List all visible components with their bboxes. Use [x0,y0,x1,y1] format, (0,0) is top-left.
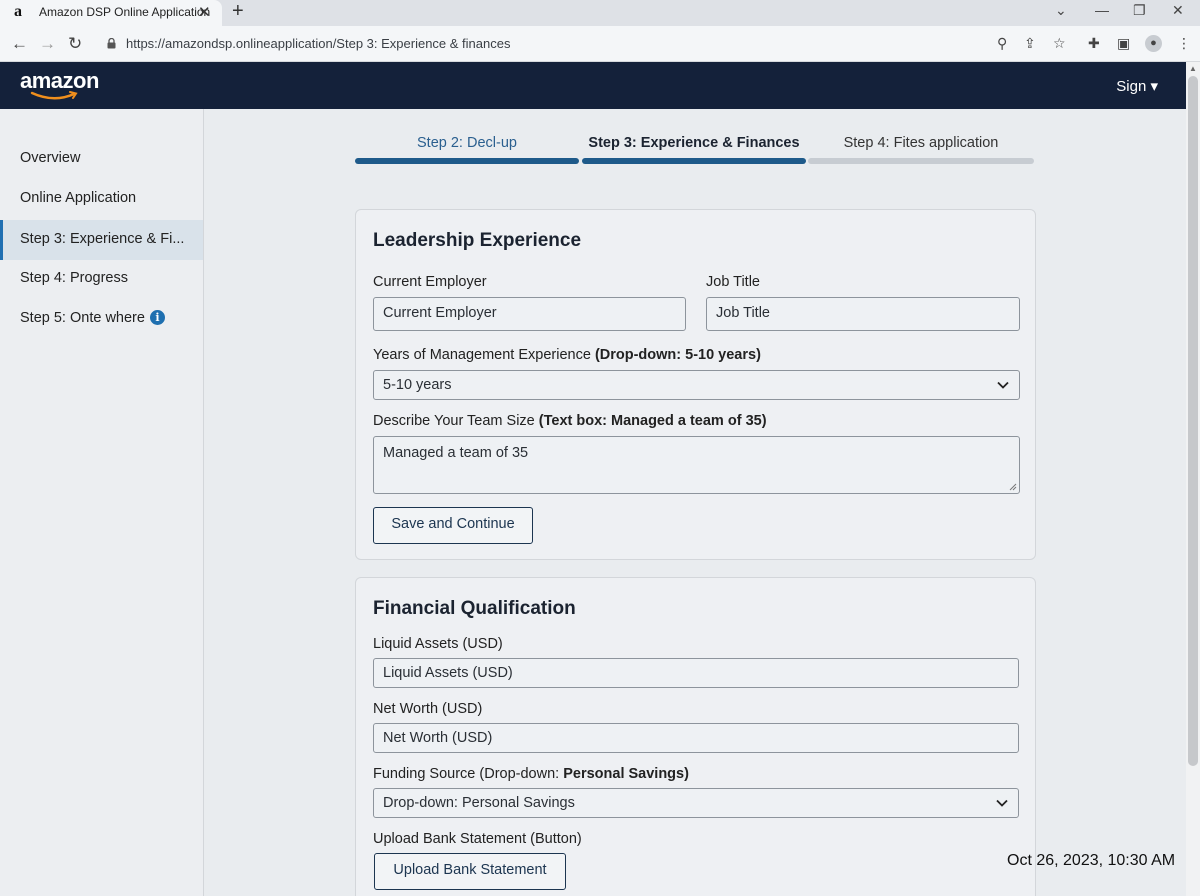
zoom-icon[interactable]: ⚲ [997,35,1007,52]
upload-statement-button[interactable]: Upload Bank Statement [374,853,566,890]
reload-icon[interactable]: ↻ [68,34,82,54]
step-4-progress-bar [808,158,1034,164]
profile-icon[interactable]: ● [1145,35,1162,52]
tab-search-icon[interactable]: ⌄ [1055,2,1067,19]
liquid-assets-label: Liquid Assets (USD) [373,636,503,652]
scroll-up-icon[interactable]: ▲ [1189,64,1197,73]
resize-handle-icon[interactable] [1009,483,1017,491]
funding-source-value: Drop-down: Personal Savings [383,795,575,811]
years-value: 5-10 years [383,377,452,393]
years-select[interactable]: 5-10 years [373,370,1020,400]
forward-icon[interactable]: → [39,34,56,54]
employer-label: Current Employer [373,274,487,290]
funding-label-hint: Personal Savings) [563,766,689,782]
save-continue-button[interactable]: Save and Continue [373,507,533,544]
step-4-label[interactable]: Step 4: Fites application [808,135,1034,151]
sidebar-item-label: Step 5: Onte where [20,310,145,326]
star-icon[interactable]: ☆ [1053,35,1066,52]
address-bar[interactable]: https://amazondsp.onlineapplication/Step… [126,36,510,51]
sidebar-item-online-application[interactable]: Online Application [0,179,203,219]
tab-title: Amazon DSP Online Application [39,5,211,19]
new-tab-icon[interactable]: + [232,0,244,23]
years-label-hint: (Drop-down: 5-10 years) [594,347,761,363]
step-3-progress-bar [582,158,806,164]
sidebar-item-label: Online Application [20,190,137,206]
step-3-label[interactable]: Step 3: Experience & Finances [582,135,806,151]
years-label-text: Years of Management Experience [373,347,595,363]
leadership-card: Leadership Experience Current Employer C… [355,209,1036,560]
timestamp: Oct 26, 2023, 10:30 AM [1007,852,1176,869]
sidebar-item-label: Step 3: Experience & Fi... [20,231,185,247]
step-2-progress-bar [355,158,579,164]
amazon-smile-icon [30,91,78,100]
sidepanel-icon[interactable]: ▣ [1117,35,1130,52]
funding-label-text: Funding Source (Drop-down: [373,766,564,782]
close-window-icon[interactable]: ✕ [1172,2,1184,19]
browser-toolbar: ← → ↻ https://amazondsp.onlineapplicatio… [0,26,1200,62]
job-title-label: Job Title [706,274,760,290]
sidebar: Overview Online Application Step 3: Expe… [0,109,204,896]
job-title-input[interactable]: Job Title [706,297,1020,331]
net-worth-input[interactable]: Net Worth (USD) [373,723,1019,753]
chevron-down-icon [997,381,1009,389]
funding-source-select[interactable]: Drop-down: Personal Savings [373,788,1019,818]
amazon-favicon-icon: a [14,3,22,20]
step-2-label[interactable]: Step 2: Decl-up [355,135,579,151]
team-label-hint: (Text box: Managed a team of 35) [538,413,767,429]
share-icon[interactable]: ⇪ [1024,35,1036,52]
scroll-thumb[interactable] [1188,76,1198,766]
sidebar-item-overview[interactable]: Overview [0,139,203,179]
menu-icon[interactable]: ⋮ [1177,35,1191,52]
team-size-value: Managed a team of 35 [383,445,529,461]
employer-input[interactable]: Current Employer [373,297,686,331]
info-icon[interactable]: i [149,310,165,325]
funding-source-label: Funding Source (Drop-down: Personal Savi… [373,766,689,782]
lock-icon [107,38,116,49]
browser-tab[interactable]: a Amazon DSP Online Application ✕ [0,0,222,26]
chevron-down-icon [996,799,1008,807]
sidebar-item-step4[interactable]: Step 4: Progress [0,259,203,299]
close-tab-icon[interactable]: ✕ [198,3,211,21]
liquid-assets-input[interactable]: Liquid Assets (USD) [373,658,1019,688]
team-size-label: Describe Your Team Size (Text box: Manag… [373,413,767,429]
sign-in-menu[interactable]: Sign ▾ [1116,77,1158,95]
sidebar-item-step3[interactable]: Step 3: Experience & Fi... [0,220,203,260]
net-worth-label: Net Worth (USD) [373,701,483,717]
site-header: amazon Sign ▾ [0,62,1186,109]
minimize-icon[interactable]: — [1095,2,1109,18]
back-icon[interactable]: ← [11,34,28,54]
years-label: Years of Management Experience (Drop-dow… [373,347,761,363]
financial-title: Financial Qualification [373,598,576,619]
job-title-value: Job Title [716,305,770,321]
sidebar-item-label: Step 4: Progress [20,270,128,286]
restore-icon[interactable]: ❐ [1133,2,1146,19]
team-size-textarea[interactable]: Managed a team of 35 [373,436,1020,494]
financial-card: Financial Qualification Liquid Assets (U… [355,577,1036,896]
tab-bar: a Amazon DSP Online Application ✕ + ⌄ — … [0,0,1200,26]
page-scrollbar[interactable]: ▲ [1186,62,1200,896]
team-label-text: Describe Your Team Size [373,413,539,429]
liquid-assets-value: Liquid Assets (USD) [383,665,513,681]
net-worth-value: Net Worth (USD) [383,730,493,746]
employer-value: Current Employer [383,305,497,321]
upload-statement-label: Upload Bank Statement (Button) [373,831,582,847]
sidebar-item-label: Overview [20,150,81,166]
extensions-icon[interactable]: ✚ [1088,35,1100,52]
leadership-title: Leadership Experience [373,230,582,251]
sidebar-item-step5[interactable]: Step 5: Onte where i [0,299,203,339]
